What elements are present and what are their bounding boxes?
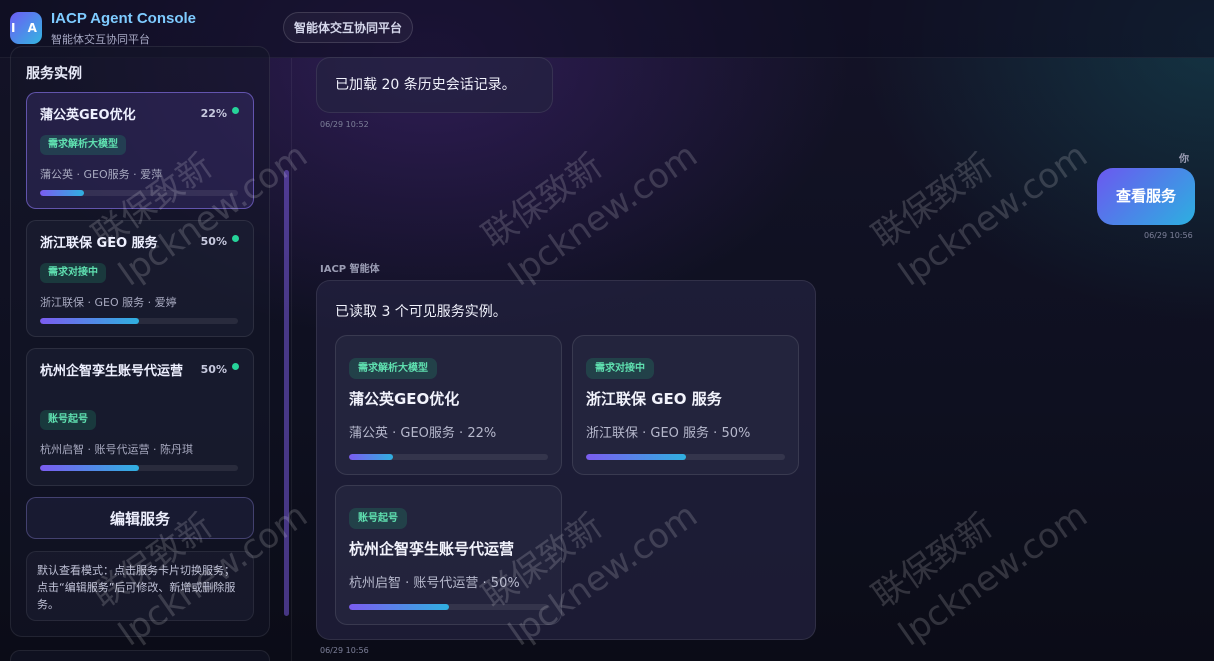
status-dot-icon: [232, 107, 239, 114]
service-meta: 杭州启智 · 账号代运营 · 50%: [349, 576, 520, 591]
message-timestamp: 06/29 10:56: [1144, 231, 1193, 240]
edit-service-button[interactable]: 编辑服务: [26, 497, 254, 539]
service-tag: 账号起号: [349, 508, 407, 529]
instance-name: 蒲公英GEO优化: [40, 108, 136, 123]
service-card[interactable]: 需求对接中 浙江联保 GEO 服务 浙江联保 · GEO 服务 · 50%: [572, 335, 799, 475]
service-card[interactable]: 需求解析大模型 蒲公英GEO优化 蒲公英 · GEO服务 · 22%: [335, 335, 562, 475]
status-dot-icon: [232, 363, 239, 370]
instance-progress-bar: [40, 465, 238, 471]
user-message-bubble: 查看服务: [1097, 168, 1195, 225]
service-progress-bar: [349, 454, 548, 460]
instance-meta: 浙江联保 · GEO 服务 · 爱婷: [40, 296, 177, 309]
system-message-bubble: 已加载 20 条历史会话记录。: [316, 57, 553, 113]
service-name: 杭州企智孪生账号代运营: [349, 540, 515, 558]
instance-meta: 蒲公英 · GEO服务 · 爱萍: [40, 168, 163, 181]
instance-percent: 50%: [200, 235, 227, 248]
service-instance-card[interactable]: 浙江联保 GEO 服务 50% 需求对接中 浙江联保 · GEO 服务 · 爱婷: [26, 220, 254, 337]
service-card[interactable]: 账号起号 杭州企智孪生账号代运营 杭州启智 · 账号代运营 · 50%: [335, 485, 562, 625]
service-meta: 浙江联保 · GEO 服务 · 50%: [586, 426, 751, 441]
service-meta: 蒲公英 · GEO服务 · 22%: [349, 426, 497, 441]
sidebar: 服务实例 蒲公英GEO优化 22% 需求解析大模型 蒲公英 · GEO服务 · …: [10, 46, 270, 637]
agent-message-bubble: 已读取 3 个可见服务实例。 需求解析大模型 蒲公英GEO优化 蒲公英 · GE…: [316, 280, 816, 640]
service-progress-bar: [349, 604, 548, 610]
progress-fill: [40, 318, 139, 324]
service-instance-card[interactable]: 蒲公英GEO优化 22% 需求解析大模型 蒲公英 · GEO服务 · 爱萍: [26, 92, 254, 209]
service-name: 蒲公英GEO优化: [349, 390, 460, 408]
instance-name: 浙江联保 GEO 服务: [40, 236, 158, 251]
status-dot-icon: [232, 235, 239, 242]
panel-divider: [291, 58, 292, 661]
instance-progress-bar: [40, 318, 238, 324]
app-logo: I A: [10, 12, 42, 44]
instance-meta: 杭州启智 · 账号代运营 · 陈丹琪: [40, 443, 193, 456]
service-tag: 需求解析大模型: [349, 358, 437, 379]
instance-percent: 50%: [200, 363, 227, 376]
progress-fill: [40, 190, 84, 196]
app-subtitle: 智能体交互协同平台: [51, 33, 150, 46]
instance-progress-bar: [40, 190, 238, 196]
platform-badge[interactable]: 智能体交互协同平台: [283, 12, 414, 43]
instance-name: 杭州企智孪生账号代运营: [40, 364, 184, 379]
sidebar-title: 服务实例: [26, 66, 82, 82]
instance-tag: 需求对接中: [40, 263, 106, 283]
progress-fill: [40, 465, 139, 471]
instance-tag: 账号起号: [40, 410, 96, 430]
instance-tag: 需求解析大模型: [40, 135, 126, 155]
progress-fill: [349, 454, 393, 460]
sidebar-scrollbar[interactable]: [284, 170, 289, 616]
sidebar-next-panel: [10, 650, 270, 661]
progress-fill: [586, 454, 686, 460]
message-text: 已读取 3 个可见服务实例。: [335, 304, 507, 320]
message-timestamp: 06/29 10:56: [320, 646, 369, 655]
service-name: 浙江联保 GEO 服务: [586, 390, 722, 408]
service-progress-bar: [586, 454, 785, 460]
message-text: 已加载 20 条历史会话记录。: [335, 77, 516, 93]
progress-fill: [349, 604, 449, 610]
service-tag: 需求对接中: [586, 358, 654, 379]
usage-hint: 默认查看模式：点击服务卡片切换服务；点击“编辑服务”后可修改、新增或删除服务。: [26, 551, 254, 621]
app-title: IACP Agent Console: [51, 10, 197, 27]
message-sender: 你: [1179, 154, 1189, 165]
service-instance-card[interactable]: 杭州企智孪生账号代运营 50% 账号起号 杭州启智 · 账号代运营 · 陈丹琪: [26, 348, 254, 486]
message-timestamp: 06/29 10:52: [320, 120, 369, 129]
message-sender: IACP 智能体: [320, 264, 380, 275]
instance-percent: 22%: [200, 107, 227, 120]
